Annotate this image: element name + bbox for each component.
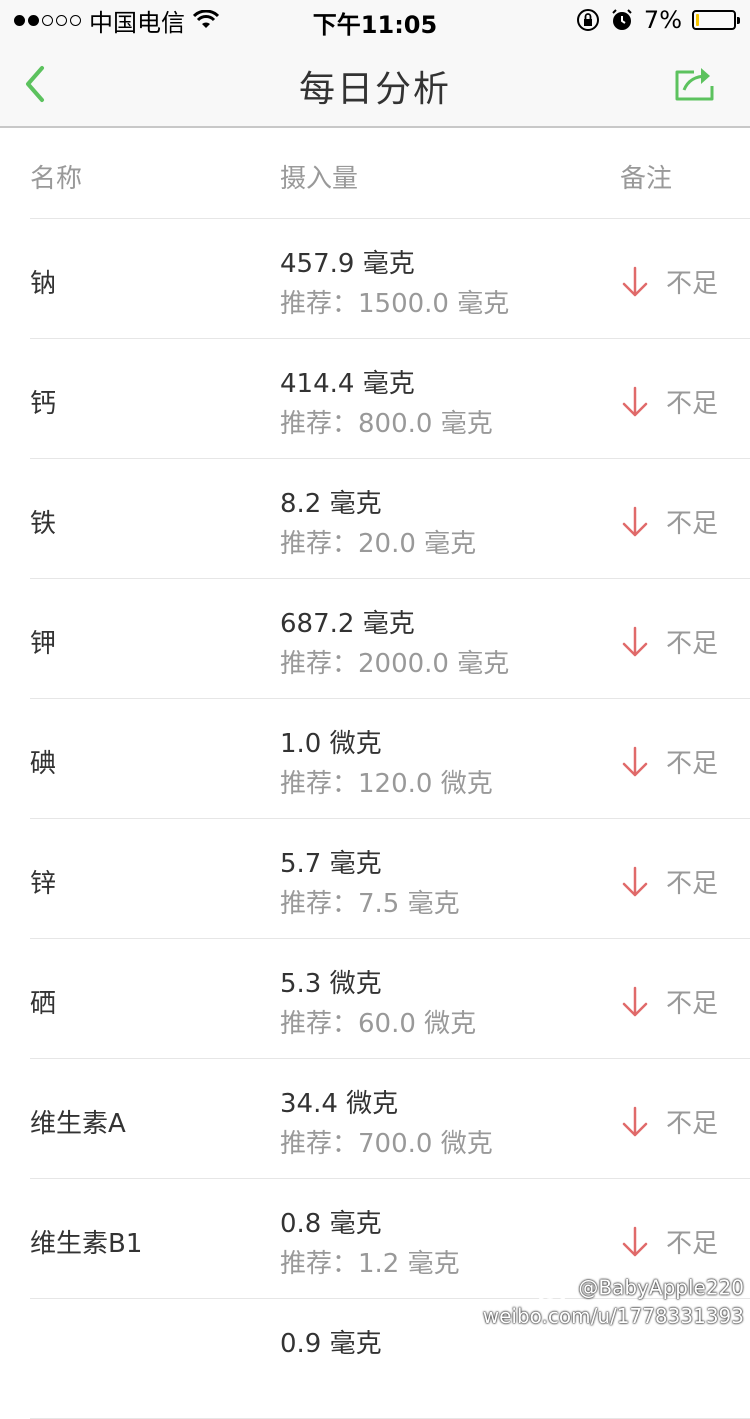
nutrient-name: 钙 — [30, 383, 56, 420]
intake-amount: 0.9 毫克 — [280, 1323, 382, 1360]
table-row: 锌 5.7 毫克推荐：7.5 毫克 不足 — [30, 819, 750, 939]
status-note: 不足 — [620, 623, 718, 660]
recommended-amount: 推荐：1.2 毫克 — [280, 1243, 460, 1280]
recommended-amount: 推荐：7.5 毫克 — [280, 883, 460, 920]
nutrient-table: 名称 摄入量 备注 钠457.9 毫克推荐：1500.0 毫克不足钙414.4 … — [0, 128, 750, 1419]
arrow-down-icon — [620, 625, 650, 659]
table-header: 名称 摄入量 备注 — [30, 128, 750, 219]
recommended-amount: 推荐：800.0 毫克 — [280, 403, 493, 440]
status-bar: 中国电信 下午11:05 7% — [0, 0, 750, 40]
arrow-down-icon — [620, 745, 650, 779]
arrow-down-icon — [620, 1105, 650, 1139]
arrow-down-icon — [620, 985, 650, 1019]
status-note: 不足 — [620, 983, 718, 1020]
header-note: 备注 — [620, 158, 672, 195]
nutrient-name: 碘 — [30, 743, 56, 780]
status-note: 不足 — [620, 1223, 718, 1260]
arrow-down-icon — [620, 1225, 650, 1259]
nutrient-name: 维生素B1 — [30, 1223, 142, 1260]
nav-bar: 每日分析 — [0, 40, 750, 128]
recommended-amount: 推荐：60.0 微克 — [280, 1003, 476, 1040]
watermark-url: weibo.com/u/1778331393 — [483, 1304, 744, 1328]
battery-fill — [696, 14, 699, 26]
arrow-down-icon — [620, 865, 650, 899]
recommended-amount: 推荐：120.0 微克 — [280, 763, 493, 800]
table-row: 铁 8.2 毫克推荐：20.0 毫克 不足 — [30, 459, 750, 579]
recommended-amount: 推荐：20.0 毫克 — [280, 523, 476, 560]
watermark: @BabyApple220 weibo.com/u/1778331393 — [483, 1274, 744, 1328]
table-row: 硒 5.3 微克推荐：60.0 微克 不足 — [30, 939, 750, 1059]
arrow-down-icon — [620, 385, 650, 419]
intake-amount: 8.2 毫克 — [280, 483, 382, 520]
table-row: 钙 414.4 毫克推荐：800.0 毫克 不足 — [30, 339, 750, 459]
battery-percent: 7% — [644, 6, 682, 34]
arrow-down-icon — [620, 505, 650, 539]
table-row: 维生素A 34.4 微克推荐：700.0 微克 不足 — [30, 1059, 750, 1179]
status-note: 不足 — [620, 863, 718, 900]
nutrient-name: 钾 — [30, 623, 56, 660]
status-note-text: 不足 — [666, 383, 718, 420]
status-note-text: 不足 — [666, 1223, 718, 1260]
intake-amount: 1.0 微克 — [280, 723, 382, 760]
intake-amount: 34.4 微克 — [280, 1083, 398, 1120]
table-body: 钠457.9 毫克推荐：1500.0 毫克不足钙414.4 毫克推荐：800.0… — [0, 219, 750, 1419]
status-note-text: 不足 — [666, 1103, 718, 1140]
share-icon[interactable] — [674, 62, 716, 102]
weibo-logo-icon — [536, 1274, 574, 1304]
intake-amount: 5.7 毫克 — [280, 843, 382, 880]
intake-amount: 5.3 微克 — [280, 963, 382, 1000]
status-note: 不足 — [620, 503, 718, 540]
status-note-text: 不足 — [666, 863, 718, 900]
status-right: 7% — [576, 5, 736, 35]
intake-amount: 414.4 毫克 — [280, 363, 415, 400]
orientation-lock-icon — [576, 8, 600, 32]
nutrient-name: 铁 — [30, 503, 56, 540]
status-note-text: 不足 — [666, 263, 718, 300]
status-note-text: 不足 — [666, 623, 718, 660]
recommended-amount: 推荐：2000.0 毫克 — [280, 643, 509, 680]
status-note: 不足 — [620, 743, 718, 780]
status-note-text: 不足 — [666, 503, 718, 540]
arrow-down-icon — [620, 265, 650, 299]
recommended-amount: 推荐：700.0 微克 — [280, 1123, 493, 1160]
intake-amount: 687.2 毫克 — [280, 603, 415, 640]
header-name: 名称 — [30, 158, 82, 195]
status-note: 不足 — [620, 1103, 718, 1140]
table-row: 钠 457.9 毫克推荐：1500.0 毫克 不足 — [30, 219, 750, 339]
table-row: 钾 687.2 毫克推荐：2000.0 毫克 不足 — [30, 579, 750, 699]
status-note: 不足 — [620, 263, 718, 300]
nutrient-name: 维生素A — [30, 1103, 126, 1140]
battery-icon — [692, 10, 736, 30]
watermark-handle: @BabyApple220 — [578, 1276, 744, 1300]
intake-amount: 0.8 毫克 — [280, 1203, 382, 1240]
nutrient-name: 硒 — [30, 983, 56, 1020]
nutrient-name: 钠 — [30, 263, 56, 300]
recommended-amount: 推荐：1500.0 毫克 — [280, 283, 509, 320]
intake-amount: 457.9 毫克 — [280, 243, 415, 280]
status-note-text: 不足 — [666, 743, 718, 780]
page-title: 每日分析 — [0, 60, 750, 112]
table-row: 碘 1.0 微克推荐：120.0 微克 不足 — [30, 699, 750, 819]
header-amount: 摄入量 — [280, 158, 358, 195]
status-note: 不足 — [620, 383, 718, 420]
status-note-text: 不足 — [666, 983, 718, 1020]
nutrient-name: 锌 — [30, 863, 56, 900]
alarm-icon — [610, 8, 634, 32]
